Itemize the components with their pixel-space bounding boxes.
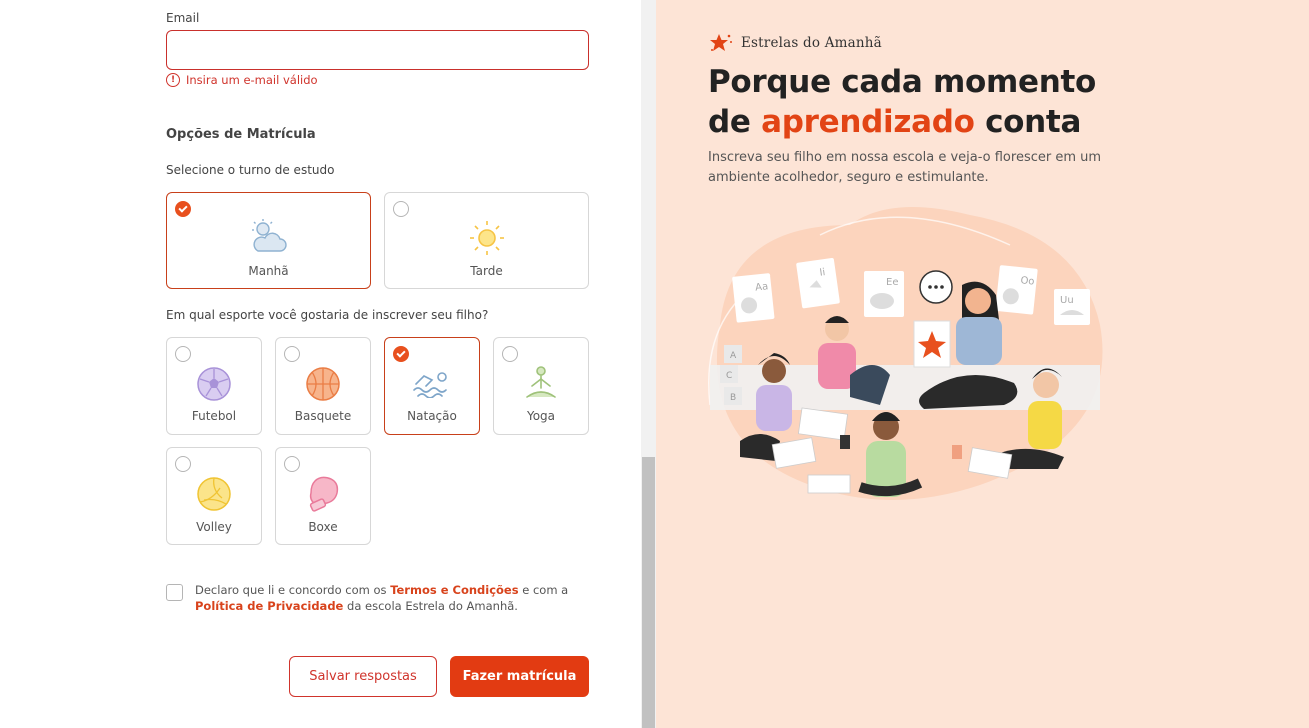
- hero-subtitle: Inscreva seu filho em nossa escola e vej…: [708, 150, 1102, 185]
- terms-checkbox[interactable]: [166, 584, 183, 601]
- shift-question: Selecione o turno de estudo: [166, 163, 335, 177]
- speech-bubble: [919, 270, 953, 304]
- sport-option-soccer[interactable]: Futebol: [166, 337, 262, 435]
- swimmer-icon: [413, 372, 447, 398]
- basketball-icon: [306, 367, 340, 401]
- block-label: B: [730, 393, 736, 403]
- card-label: Aa: [755, 281, 769, 293]
- headline-line-2: de aprendizado conta: [708, 102, 1096, 142]
- sport-option-yoga[interactable]: Yoga: [493, 337, 589, 435]
- submit-button[interactable]: Fazer matrícula: [450, 656, 589, 697]
- email-label: Email: [166, 11, 200, 25]
- headline-pre: de: [708, 104, 751, 140]
- radio-unchecked[interactable]: [175, 346, 191, 362]
- star-logo-icon: [710, 34, 732, 51]
- alert-circle-icon: !: [166, 73, 180, 87]
- headline-accent: aprendizado: [761, 104, 975, 140]
- sport-label: Natação: [407, 409, 457, 423]
- sport-question: Em qual esporte você gostaria de inscrev…: [166, 308, 489, 322]
- sport-option-basketball[interactable]: Basquete: [275, 337, 371, 435]
- radio-unchecked[interactable]: [393, 201, 409, 217]
- brand: Estrelas do Amanhã: [709, 33, 882, 53]
- sport-option-boxing[interactable]: Boxe: [275, 447, 371, 545]
- email-error: ! Insira um e-mail válido: [166, 73, 318, 87]
- section-title: Opções de Matrícula: [166, 127, 316, 142]
- radio-unchecked[interactable]: [284, 346, 300, 362]
- terms-text-2: e com a: [522, 583, 569, 597]
- terms-text-3: da escola Estrela do Amanhã.: [347, 599, 518, 613]
- terms-text-1: Declaro que li e concordo com os: [195, 583, 387, 597]
- shift-option-morning[interactable]: Manhã: [166, 192, 371, 289]
- sport-option-volleyball[interactable]: Volley: [166, 447, 262, 545]
- volleyball-icon: [197, 477, 231, 511]
- sport-label: Volley: [196, 520, 232, 534]
- shift-option-afternoon[interactable]: Tarde: [384, 192, 589, 289]
- radio-unchecked[interactable]: [284, 456, 300, 472]
- sport-label: Yoga: [526, 409, 556, 423]
- yoga-icon: [526, 366, 556, 398]
- boxing-glove-icon: [309, 476, 339, 512]
- sun-icon: [469, 221, 504, 255]
- radio-unchecked[interactable]: [175, 456, 191, 472]
- block-label: A: [730, 351, 737, 361]
- scrollbar-thumb[interactable]: [642, 457, 655, 728]
- headline-post: conta: [985, 104, 1082, 140]
- terms-link[interactable]: Termos e Condições: [390, 583, 518, 597]
- brand-name: Estrelas do Amanhã: [741, 35, 882, 51]
- email-field[interactable]: [166, 30, 589, 70]
- hero-headline: Porque cada momento de aprendizado conta: [708, 62, 1096, 142]
- sport-label: Basquete: [294, 409, 352, 423]
- sport-label: Futebol: [191, 409, 237, 423]
- radio-unchecked[interactable]: [502, 346, 518, 362]
- radio-checked[interactable]: [175, 201, 191, 217]
- soccer-ball-icon: [197, 367, 231, 401]
- sport-label: Boxe: [308, 520, 338, 534]
- block-label: C: [726, 371, 732, 381]
- cloud-sun-icon: [251, 219, 287, 252]
- shift-label: Tarde: [470, 264, 503, 278]
- card-label: Uu: [1060, 295, 1074, 306]
- sport-option-swimming[interactable]: Natação: [384, 337, 480, 435]
- card-label: Ee: [886, 277, 898, 288]
- radio-checked[interactable]: [393, 346, 409, 362]
- headline-line-1: Porque cada momento: [708, 64, 1096, 100]
- enrollment-form: Email ! Insira um e-mail válido Opções d…: [0, 0, 641, 728]
- email-error-text: Insira um e-mail válido: [186, 73, 318, 87]
- shift-label: Manhã: [248, 264, 289, 278]
- terms-text: Declaro que li e concordo com os Termos …: [195, 582, 585, 614]
- privacy-link[interactable]: Política de Privacidade: [195, 599, 343, 613]
- classroom-illustration: Aa Ii Ee Oo Uu A C B: [708, 207, 1103, 500]
- save-button[interactable]: Salvar respostas: [289, 656, 437, 697]
- card-label: Oo: [1020, 275, 1035, 287]
